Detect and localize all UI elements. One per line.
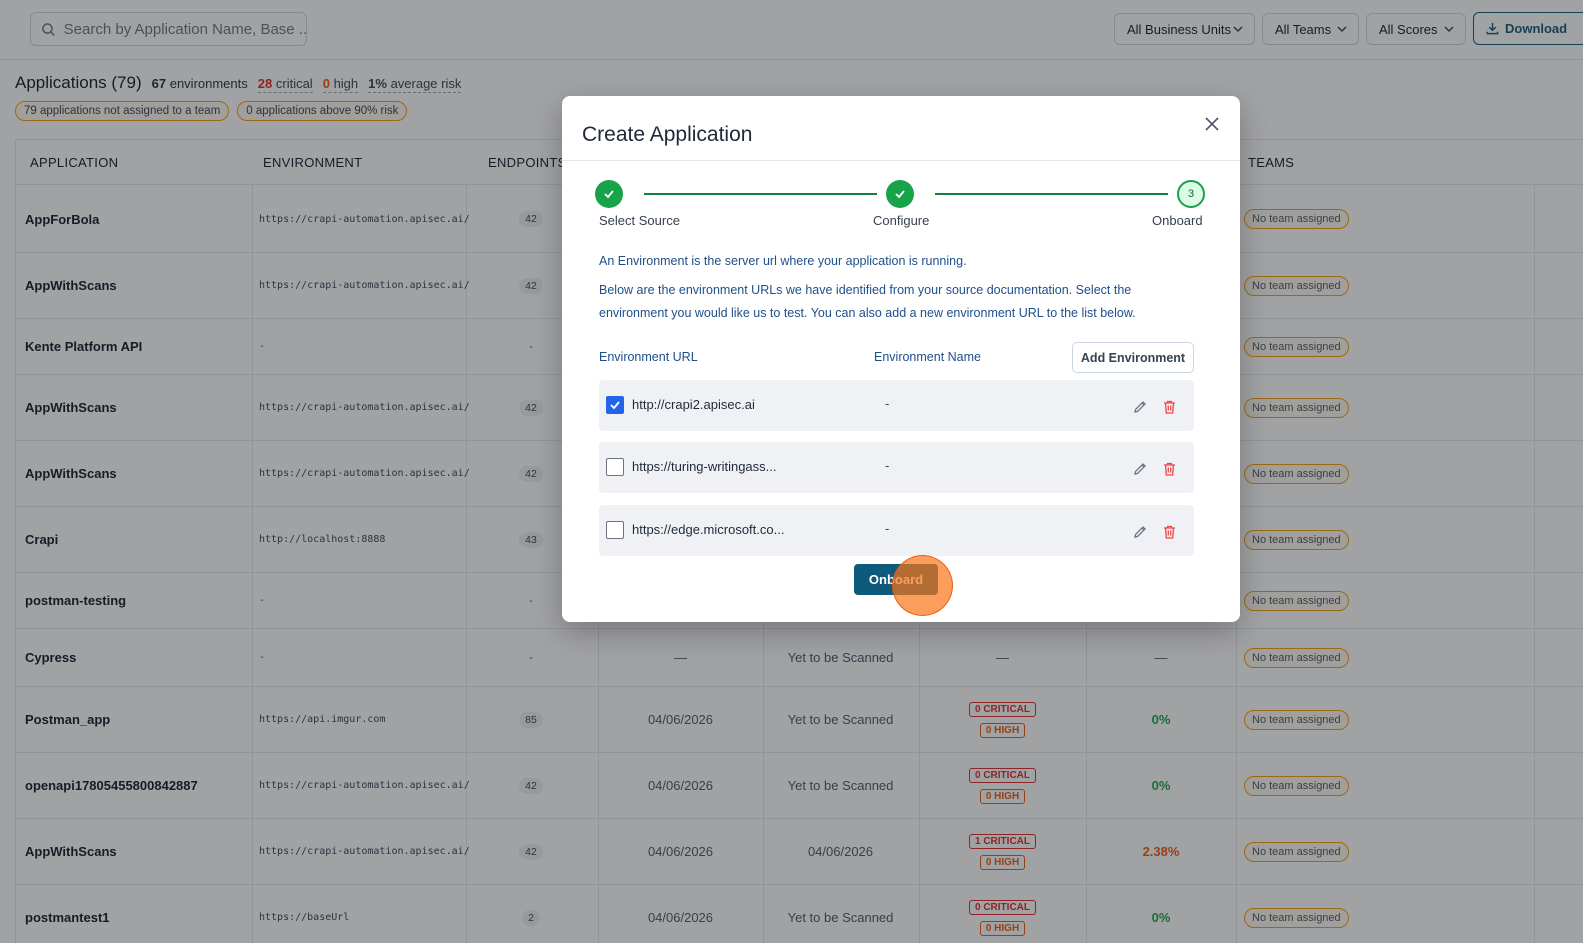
edit-icon[interactable] — [1132, 461, 1148, 477]
environment-checkbox[interactable] — [606, 396, 624, 414]
environment-checkbox[interactable] — [606, 521, 624, 539]
checkmark-icon — [610, 401, 620, 410]
step-select-source-indicator — [595, 180, 623, 208]
environment-url: http://crapi2.apisec.ai — [632, 397, 755, 412]
environment-name: - — [885, 521, 890, 536]
environment-checkbox[interactable] — [606, 458, 624, 476]
step-configure-indicator — [886, 180, 914, 208]
step-onboard-label: Onboard — [1152, 213, 1203, 228]
step-onboard-indicator: 3 — [1177, 180, 1205, 208]
environment-name: - — [885, 458, 890, 473]
environment-url: https://turing-writingass... — [632, 459, 777, 474]
step-select-source-label: Select Source — [599, 213, 680, 228]
environment-row: https://turing-writingass... - — [599, 442, 1194, 493]
environment-info-line1: An Environment is the server url where y… — [599, 254, 967, 268]
edit-icon[interactable] — [1132, 399, 1148, 415]
environment-url: https://edge.microsoft.co... — [632, 522, 785, 537]
environment-row: https://edge.microsoft.co... - — [599, 505, 1194, 556]
close-icon[interactable] — [1202, 114, 1222, 134]
modal-title: Create Application — [582, 123, 753, 146]
environment-info-line3: environment you would like us to test. Y… — [599, 306, 1136, 320]
check-icon — [895, 190, 905, 199]
check-icon — [604, 190, 614, 199]
trash-icon[interactable] — [1162, 399, 1177, 415]
environment-url-header: Environment URL — [599, 350, 698, 364]
trash-icon[interactable] — [1162, 524, 1177, 540]
environment-name: - — [885, 396, 890, 411]
environment-row: http://crapi2.apisec.ai - — [599, 380, 1194, 431]
step-configure-label: Configure — [873, 213, 930, 228]
environment-info-line2: Below are the environment URLs we have i… — [599, 283, 1132, 297]
create-application-modal: Create Application 3 Select Source Confi… — [562, 96, 1240, 622]
environment-name-header: Environment Name — [874, 350, 981, 364]
trash-icon[interactable] — [1162, 461, 1177, 477]
edit-icon[interactable] — [1132, 524, 1148, 540]
click-indicator — [892, 555, 953, 616]
add-environment-button[interactable]: Add Environment — [1072, 342, 1194, 373]
